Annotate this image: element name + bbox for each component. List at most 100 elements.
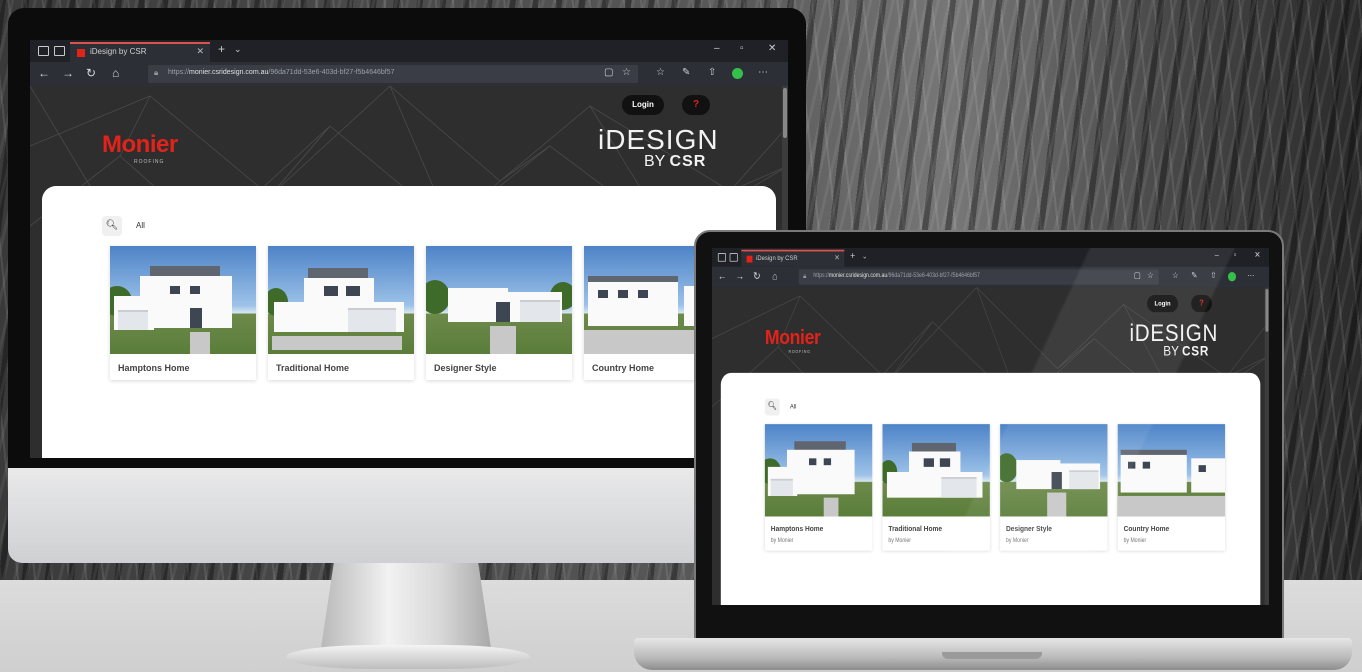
favorite-star-icon[interactable]: ☆ xyxy=(622,67,631,78)
more-options-icon[interactable]: ⋯ xyxy=(1247,271,1254,280)
maximize-icon[interactable]: ▫ xyxy=(1234,251,1237,260)
laptop-notch xyxy=(942,652,1042,659)
by-csr-logo: BY CSR xyxy=(644,153,707,170)
hamptons-home-image xyxy=(110,246,256,354)
tab-aside-icon[interactable] xyxy=(729,253,738,262)
house-card-hamptons[interactable]: Hamptons Home by Monier xyxy=(764,424,873,551)
minimize-icon[interactable]: – xyxy=(714,43,720,54)
browser-window-laptop: iDesign by CSR ✕ + ⌄ – ▫ ✕ ← → ↻ ⌂ 🔒︎ ht… xyxy=(712,248,1269,605)
house-card-traditional[interactable]: Traditional Home xyxy=(268,246,414,380)
close-tab-icon[interactable]: ✕ xyxy=(196,46,204,57)
new-tab-icon[interactable]: + xyxy=(850,250,855,262)
browser-titlebar: iDesign by CSR ✕ + ⌄ – ▫ ✕ xyxy=(30,40,788,62)
house-card-country[interactable]: Country Home by Monier xyxy=(1117,424,1226,551)
tab-manager-icon[interactable] xyxy=(717,253,726,262)
scrollbar-thumb[interactable] xyxy=(1265,289,1269,332)
browser-window: iDesign by CSR ✕ + ⌄ – ▫ ✕ ← → ↻ ⌂ 🔒︎ ht… xyxy=(30,40,788,458)
close-tab-icon[interactable]: ✕ xyxy=(834,253,840,262)
refresh-icon[interactable]: ↻ xyxy=(753,270,760,282)
monier-logo: Monier xyxy=(102,131,178,158)
home-icon[interactable]: ⌂ xyxy=(112,66,119,80)
search-icon[interactable]: 🔍︎ xyxy=(764,398,780,416)
login-button[interactable]: Login xyxy=(1147,295,1178,313)
pen-icon[interactable]: ✎ xyxy=(682,67,690,78)
card-subtitle: by Monier xyxy=(770,537,794,544)
back-icon[interactable]: ← xyxy=(38,66,50,80)
lock-icon: 🔒︎ xyxy=(154,68,159,77)
monier-logo: Monier xyxy=(764,325,821,349)
forward-icon[interactable]: → xyxy=(62,66,74,80)
chevron-down-icon[interactable]: ⌄ xyxy=(234,44,242,55)
url-text: https://monier.csridesign.com.au/96da71d… xyxy=(813,272,980,279)
close-window-icon[interactable]: ✕ xyxy=(1254,251,1260,260)
idesign-logo: iDESIGN xyxy=(1129,319,1219,347)
filter-all[interactable]: All xyxy=(136,221,145,230)
monitor-stand xyxy=(320,563,492,655)
reading-view-icon[interactable]: ▢ xyxy=(1134,271,1141,280)
scrollbar-thumb[interactable] xyxy=(783,88,787,138)
house-card-designer[interactable]: Designer Style xyxy=(426,246,572,380)
card-title: Country Home xyxy=(592,363,655,373)
card-title: Hamptons Home xyxy=(118,363,190,373)
extension-icon[interactable] xyxy=(1227,271,1237,282)
traditional-home-image xyxy=(268,246,414,354)
favorite-star-icon[interactable]: ☆ xyxy=(1147,271,1154,280)
tab-title: iDesign by CSR xyxy=(90,47,147,56)
country-home-image xyxy=(1117,424,1226,517)
monitor-stand-base xyxy=(286,645,530,669)
card-title: Designer Style xyxy=(434,363,497,373)
favorites-hub-icon[interactable]: ☆ xyxy=(656,67,665,78)
card-title: Traditional Home xyxy=(888,524,943,533)
minimize-icon[interactable]: – xyxy=(1215,251,1219,260)
share-icon[interactable]: ⇧ xyxy=(708,67,716,78)
content-panel: 🔍︎ All Hamptons Home by Monier Tradition… xyxy=(720,372,1261,605)
monier-roofing-label: ROOFING xyxy=(134,159,165,165)
home-icon[interactable]: ⌂ xyxy=(772,270,777,282)
pen-icon[interactable]: ✎ xyxy=(1191,271,1197,280)
maximize-icon[interactable]: ▫ xyxy=(740,43,744,54)
scrollbar[interactable] xyxy=(1264,287,1269,605)
reading-view-icon[interactable]: ▢ xyxy=(604,67,613,78)
designer-style-image xyxy=(1000,424,1108,517)
tab-aside-icon[interactable] xyxy=(54,46,65,56)
lock-icon: 🔒︎ xyxy=(803,271,807,280)
back-icon[interactable]: ← xyxy=(718,270,727,282)
forward-icon[interactable]: → xyxy=(736,270,745,282)
extension-icon[interactable] xyxy=(732,68,743,79)
monitor-chin xyxy=(8,468,806,563)
content-panel: 🔍︎ All Hamptons Home Traditional Home De… xyxy=(42,186,776,458)
url-input[interactable]: 🔒︎ https://monier.csridesign.com.au/96da… xyxy=(148,65,638,83)
more-options-icon[interactable]: ⋯ xyxy=(758,67,768,78)
search-icon[interactable]: 🔍︎ xyxy=(102,216,122,236)
address-bar: ← → ↻ ⌂ 🔒︎ https://monier.csridesign.com… xyxy=(30,62,788,86)
chevron-down-icon[interactable]: ⌄ xyxy=(862,251,868,260)
card-title: Traditional Home xyxy=(276,363,350,373)
favorites-hub-icon[interactable]: ☆ xyxy=(1172,271,1179,280)
login-button[interactable]: Login xyxy=(622,95,664,115)
url-input[interactable]: 🔒︎ https://monier.csridesign.com.au/96da… xyxy=(798,269,1159,285)
traditional-home-image xyxy=(882,424,990,517)
desktop-monitor: iDesign by CSR ✕ + ⌄ – ▫ ✕ ← → ↻ ⌂ 🔒︎ ht… xyxy=(8,8,806,563)
favicon-icon xyxy=(746,255,753,263)
browser-tab[interactable]: iDesign by CSR ✕ xyxy=(70,42,210,62)
house-card-traditional[interactable]: Traditional Home by Monier xyxy=(882,424,990,551)
filter-all[interactable]: All xyxy=(790,403,797,411)
favicon-icon xyxy=(77,49,85,57)
designer-style-image xyxy=(426,246,572,354)
help-button[interactable]: ? xyxy=(1191,295,1212,313)
card-title: Hamptons Home xyxy=(770,524,824,533)
tab-manager-icon[interactable] xyxy=(38,46,49,56)
browser-titlebar: iDesign by CSR ✕ + ⌄ – ▫ ✕ xyxy=(712,248,1269,267)
help-button[interactable]: ? xyxy=(682,95,710,115)
refresh-icon[interactable]: ↻ xyxy=(86,66,96,80)
hamptons-home-image xyxy=(764,424,873,517)
house-card-designer[interactable]: Designer Style by Monier xyxy=(1000,424,1108,551)
house-card-hamptons[interactable]: Hamptons Home xyxy=(110,246,256,380)
close-window-icon[interactable]: ✕ xyxy=(768,43,776,54)
web-page: Login ? Monier ROOFING iDESIGN BY CSR 🔍︎… xyxy=(30,86,788,458)
tab-title: iDesign by CSR xyxy=(756,253,798,262)
browser-tab[interactable]: iDesign by CSR ✕ xyxy=(741,249,845,267)
by-csr-logo: BY CSR xyxy=(1163,344,1210,360)
share-icon[interactable]: ⇧ xyxy=(1210,271,1216,280)
new-tab-icon[interactable]: + xyxy=(218,42,225,56)
